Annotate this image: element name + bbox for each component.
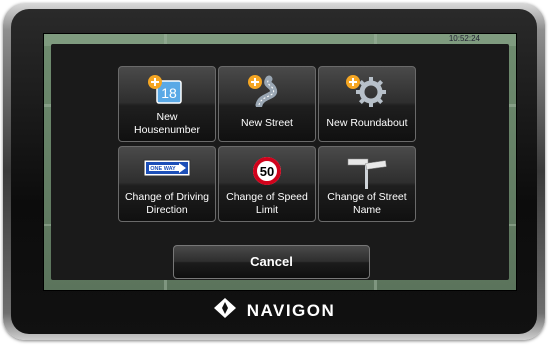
navigation-device: 10:52:24 18 New Housenumber New Street N… <box>3 3 545 340</box>
clock: 10:52:24 <box>448 34 480 43</box>
cancel-button[interactable]: Cancel <box>173 245 370 279</box>
menu-overlay: 18 New Housenumber New Street New Rounda… <box>51 44 509 280</box>
new-roundabout-button[interactable]: New Roundabout <box>318 66 416 142</box>
house-number-text: 18 <box>161 85 177 101</box>
change-driving-direction-button[interactable]: ONE WAY Change of Driving Direction <box>118 146 216 222</box>
tile-label: Change of Driving Direction <box>124 191 210 216</box>
tile-label: New Housenumber <box>134 111 200 136</box>
tile-label: Change of Speed Limit <box>226 191 308 216</box>
brand-name: NAVIGON <box>246 300 336 320</box>
one-way-sign-icon: ONE WAY <box>143 155 191 186</box>
add-roundabout-icon <box>345 75 389 112</box>
speed-limit-text: 50 <box>260 164 274 179</box>
one-way-text: ONE WAY <box>150 166 176 172</box>
device-screen: 10:52:24 18 New Housenumber New Street N… <box>43 33 517 291</box>
add-street-icon <box>247 75 287 112</box>
brand-logo: NAVIGON <box>3 297 545 321</box>
change-speed-limit-button[interactable]: 50 Change of Speed Limit <box>218 146 316 222</box>
street-name-sign-icon <box>344 155 390 194</box>
navigon-diamond-icon <box>213 297 237 324</box>
tile-label: New Roundabout <box>326 117 408 129</box>
change-street-name-button[interactable]: Change of Street Name <box>318 146 416 222</box>
new-street-button[interactable]: New Street <box>218 66 316 142</box>
tile-label: Change of Street Name <box>327 191 407 216</box>
tile-label: New Street <box>241 117 293 129</box>
speed-limit-sign-icon: 50 <box>251 155 283 192</box>
add-housenumber-icon: 18 <box>147 75 187 112</box>
new-housenumber-button[interactable]: 18 New Housenumber <box>118 66 216 142</box>
